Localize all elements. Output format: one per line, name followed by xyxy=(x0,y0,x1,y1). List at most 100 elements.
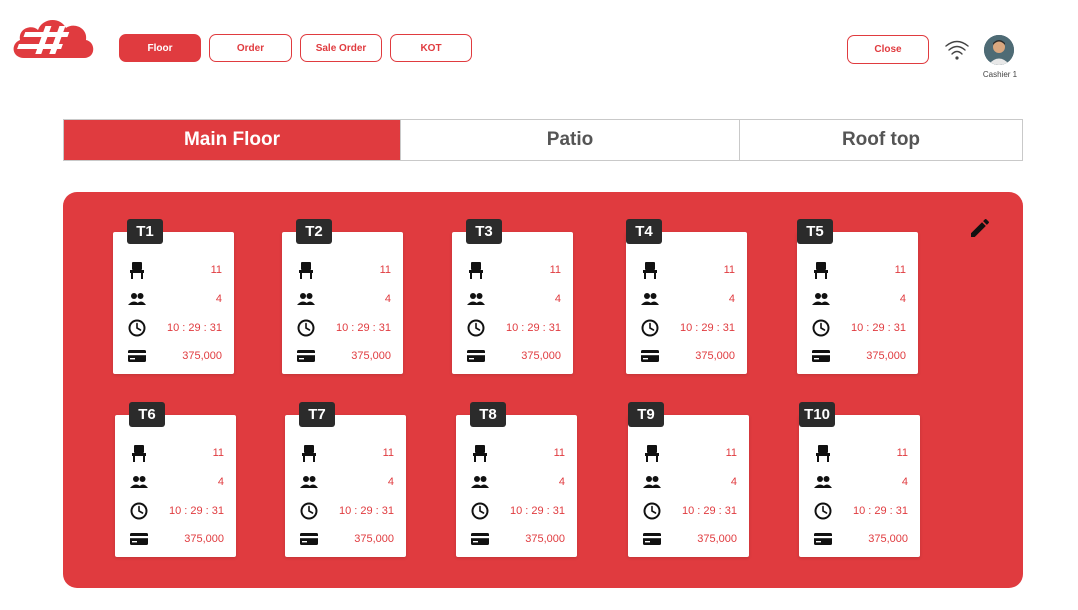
seats-row: 11 xyxy=(299,442,394,464)
time-value: 10 : 29 : 31 xyxy=(505,322,561,334)
amount-row: 375,000 xyxy=(296,345,391,367)
tab-patio[interactable]: Patio xyxy=(401,120,740,160)
amount-row: 375,000 xyxy=(299,528,394,550)
amount-value: 375,000 xyxy=(697,533,737,545)
table-name: T7 xyxy=(299,402,335,427)
clock-icon xyxy=(300,502,318,520)
card-icon xyxy=(297,350,315,362)
guests-row: 4 xyxy=(466,288,561,310)
amount-row: 375,000 xyxy=(642,528,737,550)
seats-value: 11 xyxy=(896,447,908,459)
floor-panel: T1 11 4 10 : 29 : 31 375,000 T2 11 4 10 : 29 : 3… xyxy=(63,192,1023,588)
table-card[interactable]: T8 11 4 10 : 29 : 31 375,000 xyxy=(456,402,577,557)
guests-row: 4 xyxy=(640,288,735,310)
time-value: 10 : 29 : 31 xyxy=(338,505,394,517)
order-button[interactable]: Order xyxy=(209,34,292,62)
clock-icon xyxy=(297,319,315,337)
amount-row: 375,000 xyxy=(811,345,906,367)
seats-value: 11 xyxy=(210,264,222,276)
time-value: 10 : 29 : 31 xyxy=(852,505,908,517)
guests-row: 4 xyxy=(296,288,391,310)
table-card[interactable]: T4 11 4 10 : 29 : 31 375,000 xyxy=(626,219,747,374)
clock-icon xyxy=(641,319,659,337)
guests-row: 4 xyxy=(299,471,394,493)
clock-icon xyxy=(814,502,832,520)
table-card[interactable]: T10 11 4 10 : 29 : 31 375,000 xyxy=(799,402,920,557)
amount-row: 375,000 xyxy=(129,528,224,550)
clock-icon xyxy=(812,319,830,337)
time-row: 10 : 29 : 31 xyxy=(811,317,906,339)
people-icon xyxy=(814,476,832,488)
clock-icon xyxy=(471,502,489,520)
guests-value: 4 xyxy=(384,293,391,305)
amount-row: 375,000 xyxy=(640,345,735,367)
card-icon xyxy=(467,350,485,362)
table-name: T1 xyxy=(127,219,163,244)
sale-order-button[interactable]: Sale Order xyxy=(300,34,382,62)
tab-roof-top[interactable]: Roof top xyxy=(740,120,1022,160)
chair-icon xyxy=(132,445,146,462)
people-icon xyxy=(130,476,148,488)
chair-icon xyxy=(302,445,316,462)
card-icon xyxy=(814,533,832,545)
card-icon xyxy=(471,533,489,545)
card-icon xyxy=(812,350,830,362)
wifi-icon xyxy=(945,40,969,60)
chair-icon xyxy=(469,262,483,279)
amount-row: 375,000 xyxy=(466,345,561,367)
card-icon xyxy=(641,350,659,362)
chair-icon xyxy=(645,445,659,462)
table-card[interactable]: T1 11 4 10 : 29 : 31 375,000 xyxy=(113,219,234,374)
guests-value: 4 xyxy=(554,293,561,305)
table-card[interactable]: T6 11 4 10 : 29 : 31 375,000 xyxy=(115,402,236,557)
chair-icon xyxy=(816,445,830,462)
guests-row: 4 xyxy=(470,471,565,493)
pencil-icon[interactable] xyxy=(968,216,992,240)
kot-button[interactable]: KOT xyxy=(390,34,472,62)
seats-row: 11 xyxy=(640,259,735,281)
people-icon xyxy=(641,293,659,305)
time-row: 10 : 29 : 31 xyxy=(813,500,908,522)
table-card[interactable]: T2 11 4 10 : 29 : 31 375,000 xyxy=(282,219,403,374)
chair-icon xyxy=(299,262,313,279)
guests-value: 4 xyxy=(217,476,224,488)
table-card[interactable]: T7 11 4 10 : 29 : 31 375,000 xyxy=(285,402,406,557)
seats-row: 11 xyxy=(811,259,906,281)
amount-value: 375,000 xyxy=(354,533,394,545)
card-icon xyxy=(130,533,148,545)
guests-row: 4 xyxy=(811,288,906,310)
close-button[interactable]: Close xyxy=(847,35,929,64)
seats-value: 11 xyxy=(212,447,224,459)
amount-value: 375,000 xyxy=(184,533,224,545)
seats-value: 11 xyxy=(382,447,394,459)
guests-value: 4 xyxy=(728,293,735,305)
table-card[interactable]: T9 11 4 10 : 29 : 31 375,000 xyxy=(628,402,749,557)
seats-value: 11 xyxy=(553,447,565,459)
amount-value: 375,000 xyxy=(521,350,561,362)
tab-main-floor[interactable]: Main Floor xyxy=(64,120,401,160)
people-icon xyxy=(643,476,661,488)
chair-icon xyxy=(130,262,144,279)
table-name: T4 xyxy=(626,219,662,244)
guests-value: 4 xyxy=(387,476,394,488)
floor-button[interactable]: Floor xyxy=(119,34,201,62)
time-value: 10 : 29 : 31 xyxy=(850,322,906,334)
guests-value: 4 xyxy=(899,293,906,305)
clock-icon xyxy=(128,319,146,337)
seats-value: 11 xyxy=(894,264,906,276)
people-icon xyxy=(467,293,485,305)
time-row: 10 : 29 : 31 xyxy=(129,500,224,522)
amount-row: 375,000 xyxy=(813,528,908,550)
cashier-label: Cashier 1 xyxy=(982,70,1018,79)
table-card[interactable]: T5 11 4 10 : 29 : 31 375,000 xyxy=(797,219,918,374)
table-name: T9 xyxy=(628,402,664,427)
seats-value: 11 xyxy=(549,264,561,276)
amount-value: 375,000 xyxy=(868,533,908,545)
card-icon xyxy=(643,533,661,545)
table-card[interactable]: T3 11 4 10 : 29 : 31 375,000 xyxy=(452,219,573,374)
time-value: 10 : 29 : 31 xyxy=(509,505,565,517)
user-avatar[interactable] xyxy=(984,35,1014,65)
card-icon xyxy=(300,533,318,545)
people-icon xyxy=(297,293,315,305)
people-icon xyxy=(300,476,318,488)
